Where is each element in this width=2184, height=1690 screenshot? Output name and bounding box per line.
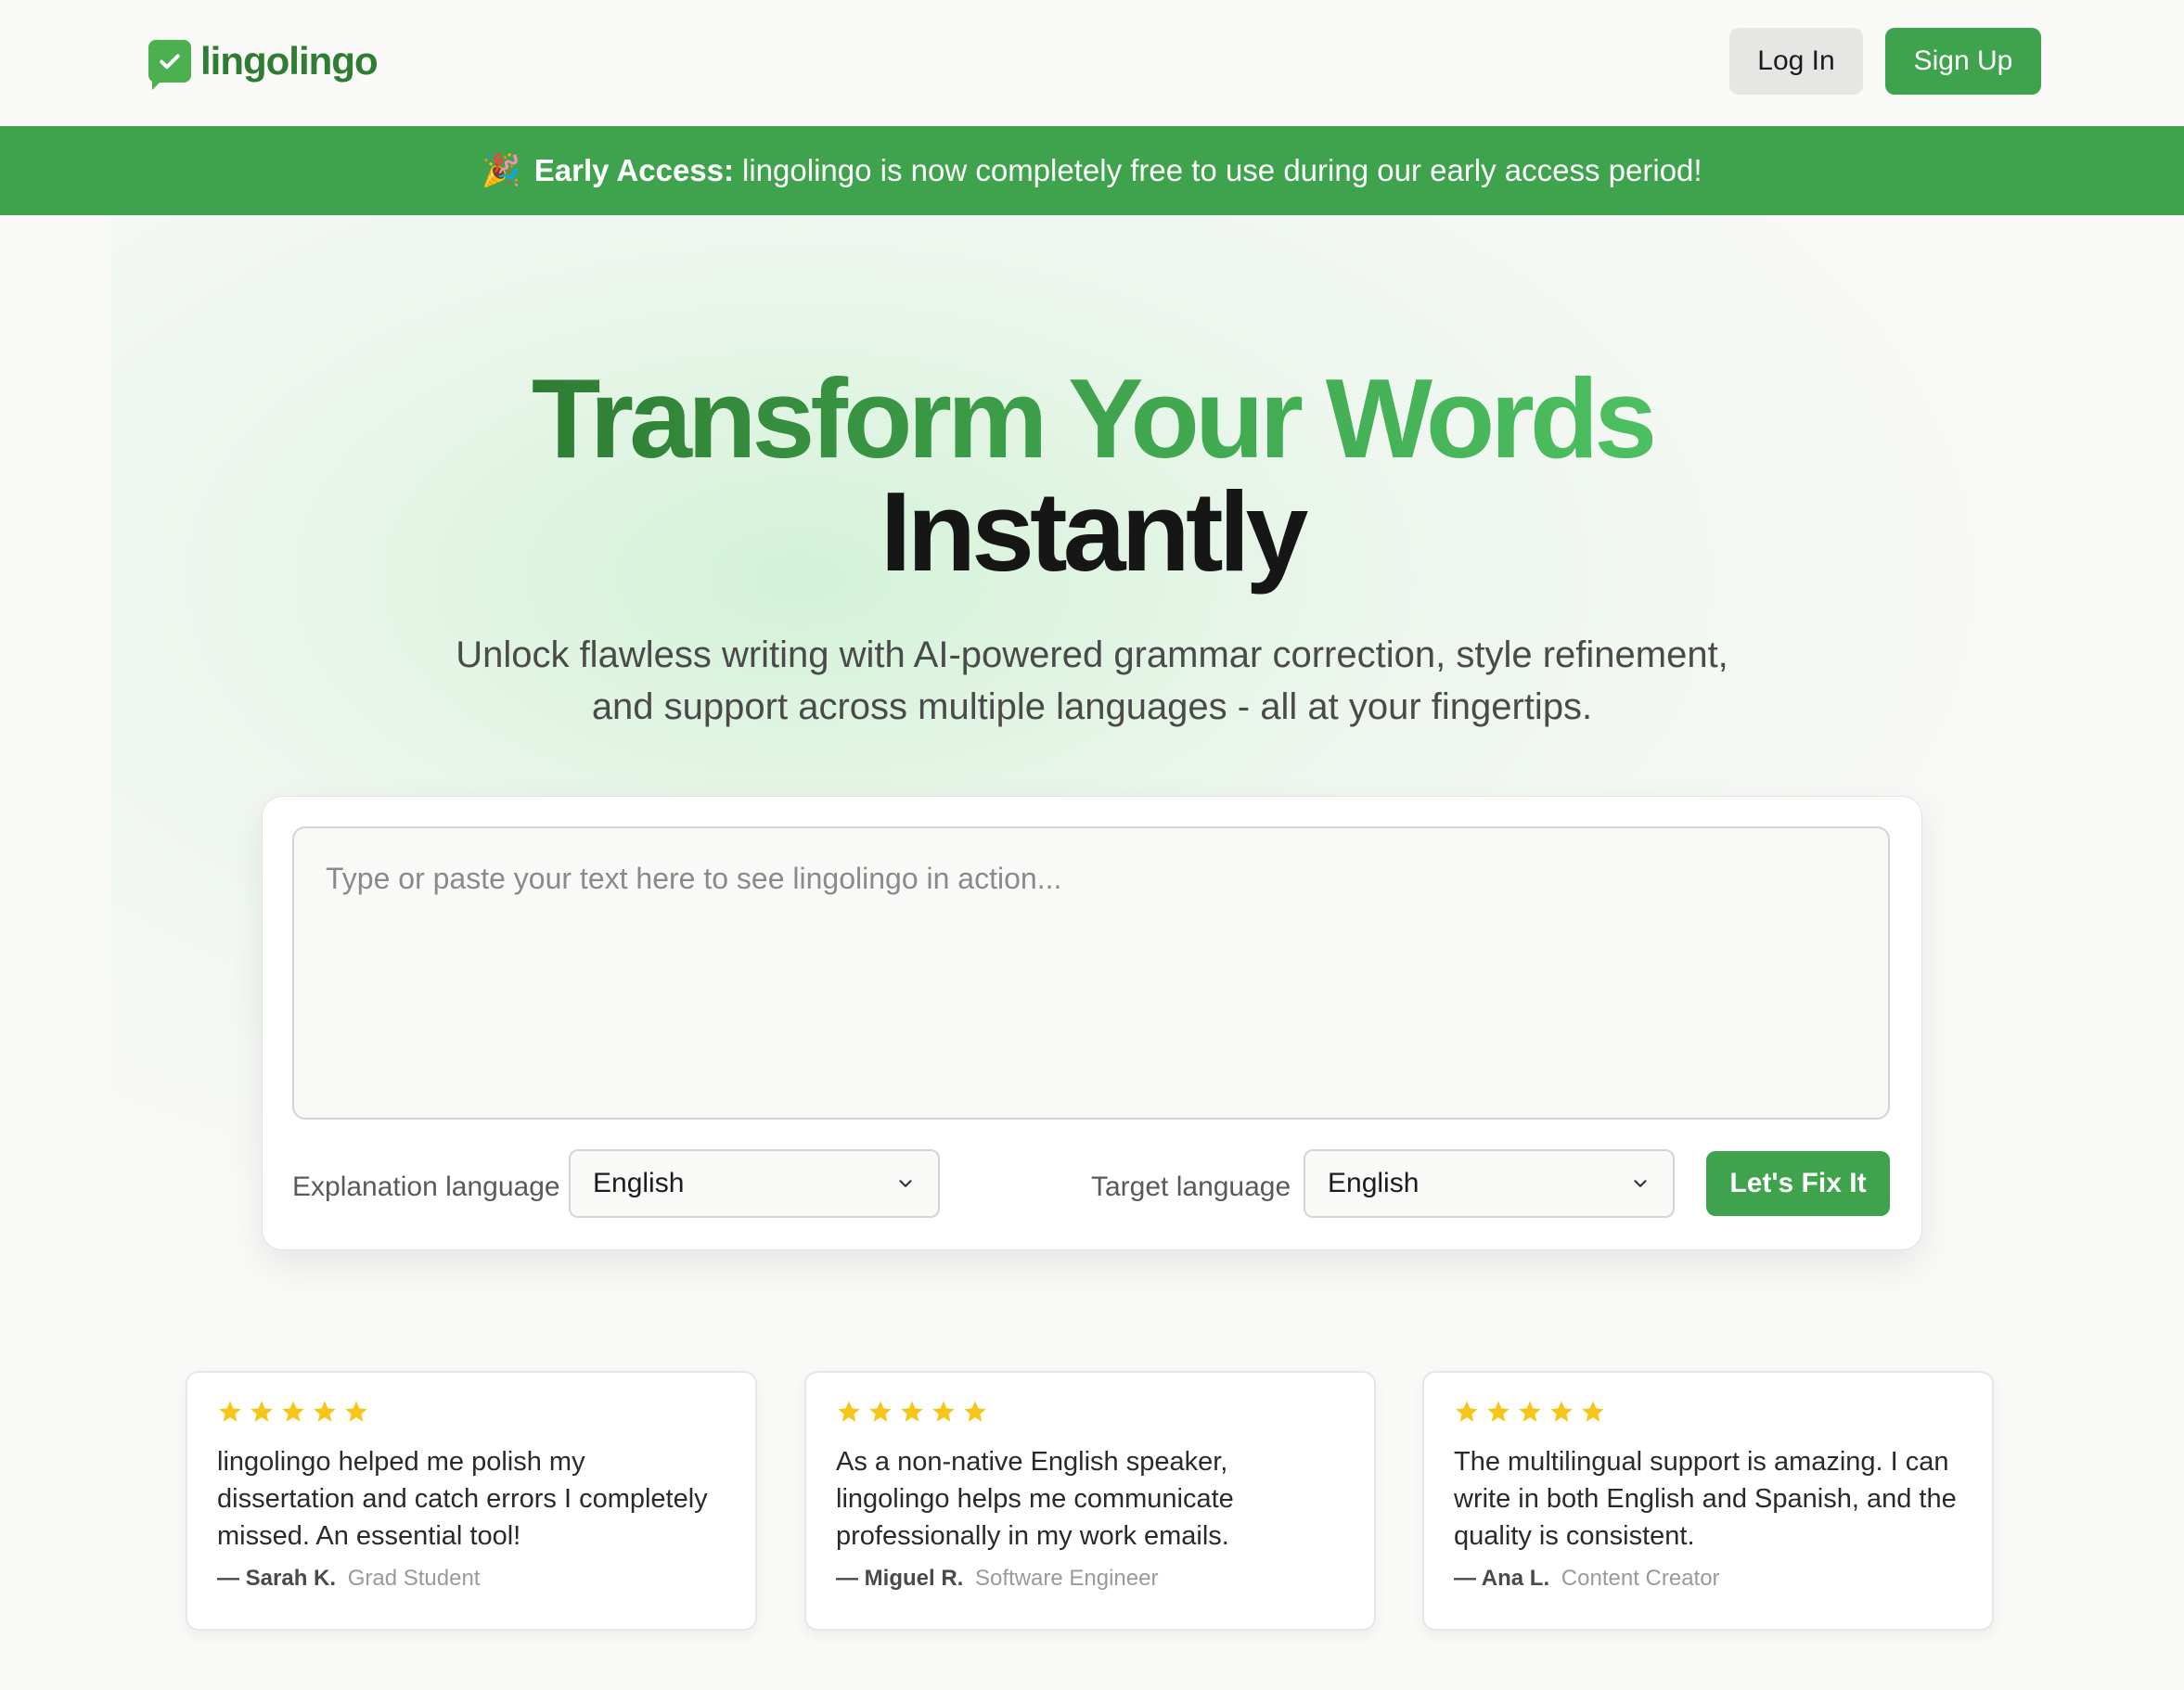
- target-language-value: English: [1328, 1168, 1420, 1198]
- testimonial-quote: The multilingual support is amazing. I c…: [1454, 1447, 1957, 1551]
- star-icon: [1582, 1401, 1604, 1422]
- explanation-language-value: English: [593, 1168, 685, 1198]
- star-icon: [932, 1401, 955, 1422]
- banner-text: lingolingo is now completely free to use…: [742, 153, 1702, 187]
- signup-button[interactable]: Sign Up: [1885, 28, 2041, 95]
- testimonial-author-role: Content Creator: [1561, 1566, 1720, 1591]
- testimonial-author-role: Grad Student: [347, 1566, 481, 1591]
- star-icon: [345, 1401, 367, 1422]
- chevron-down-icon: [899, 1180, 912, 1187]
- testimonial-author-name: — Miguel R.: [836, 1566, 964, 1591]
- explanation-language-label: Explanation language: [292, 1171, 560, 1202]
- banner-bold-label: Early Access:: [533, 153, 735, 187]
- star-rating: [1454, 1399, 1962, 1428]
- hero-subtitle: Unlock flawless writing with AI-powered …: [456, 634, 1728, 727]
- fix-it-button[interactable]: Let's Fix It: [1706, 1151, 1890, 1216]
- testimonial-author-role: Software Engineer: [975, 1566, 1159, 1591]
- target-language-label: Target language: [1091, 1171, 1291, 1202]
- star-icon: [869, 1401, 892, 1422]
- logo-text: lingolingo: [200, 39, 379, 83]
- text-input[interactable]: [292, 826, 1890, 1120]
- testimonial-author-name: — Ana L.: [1454, 1566, 1550, 1591]
- testimonial-quote: As a non-native English speaker, lingoli…: [836, 1447, 1234, 1551]
- testimonial-quote: lingolingo helped me polish my dissertat…: [217, 1447, 708, 1551]
- star-icon: [282, 1401, 304, 1422]
- page-title: Transform Your Words Instantly: [0, 362, 2184, 588]
- star-icon: [838, 1401, 860, 1422]
- star-icon: [1487, 1401, 1510, 1422]
- party-popper-icon: 🎉: [482, 153, 521, 188]
- star-icon: [1519, 1401, 1541, 1422]
- checkmark-logo-icon: [148, 40, 191, 90]
- top-nav: lingolingo Log In Sign Up: [0, 0, 2184, 126]
- testimonial-author: — Ana L. Content Creator: [1454, 1566, 1962, 1592]
- star-icon: [314, 1401, 336, 1422]
- testimonial-author: — Sarah K. Grad Student: [217, 1566, 726, 1592]
- testimonial-author-name: — Sarah K.: [217, 1566, 337, 1591]
- star-icon: [251, 1401, 273, 1422]
- star-icon: [219, 1401, 241, 1422]
- page-title-line1: Transform Your Words: [531, 355, 1657, 481]
- login-button[interactable]: Log In: [1729, 28, 1863, 95]
- explanation-language-select[interactable]: English: [569, 1149, 940, 1218]
- testimonial-card: As a non-native English speaker, lingoli…: [804, 1371, 1376, 1631]
- star-icon: [1550, 1401, 1573, 1422]
- star-icon: [901, 1401, 923, 1422]
- early-access-banner: 🎉 Early Access: lingolingo is now comple…: [0, 126, 2184, 215]
- logo[interactable]: lingolingo: [148, 39, 379, 90]
- target-language-select[interactable]: English: [1304, 1149, 1675, 1218]
- editor-card: Explanation language English Target lang…: [262, 796, 1922, 1250]
- star-icon: [1456, 1401, 1478, 1422]
- star-icon: [964, 1401, 986, 1422]
- page-title-line2: Instantly: [880, 468, 1309, 595]
- testimonial-author: — Miguel R. Software Engineer: [836, 1566, 1344, 1592]
- testimonial-card: lingolingo helped me polish my dissertat…: [186, 1371, 757, 1631]
- testimonial-card: The multilingual support is amazing. I c…: [1422, 1371, 1994, 1631]
- chevron-down-icon: [1634, 1180, 1647, 1187]
- star-rating: [217, 1399, 726, 1428]
- star-rating: [836, 1399, 1344, 1428]
